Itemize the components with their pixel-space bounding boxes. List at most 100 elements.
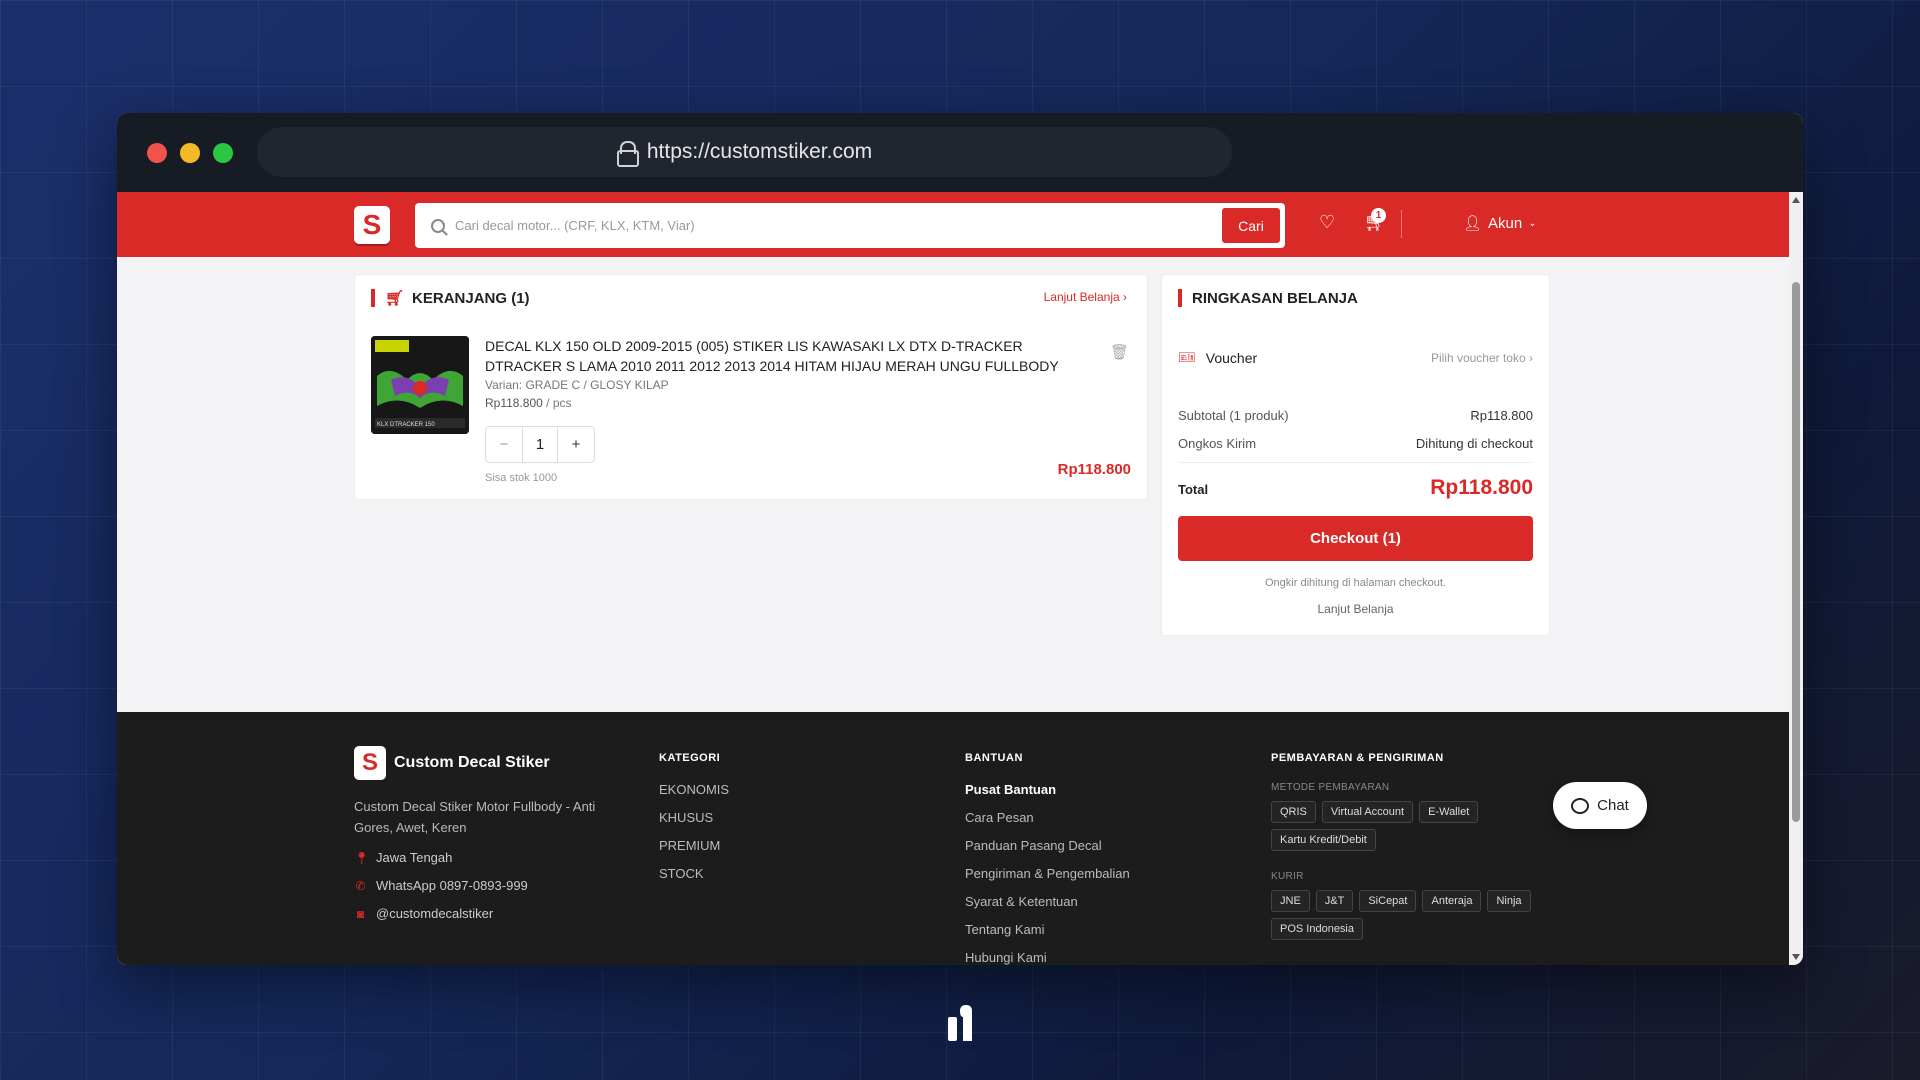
voucher-row[interactable]: 🎫︎ Voucher Pilih voucher toko › [1178,349,1533,366]
bantuan-heading: BANTUAN [965,752,1023,764]
stock-remaining: Sisa stok 1000 [485,472,558,484]
decrease-quantity-button[interactable]: − [486,427,522,462]
courier-label: KURIR [1271,871,1304,882]
product-total-price: Rp118.800 [1057,461,1131,478]
cart-icon: 🛒︎ [385,290,405,307]
courier-chip: J&T [1315,890,1354,912]
summary-title-text: RINGKASAN BELANJA [1192,289,1358,307]
continue-shopping-link-summary[interactable]: Lanjut Belanja [1162,602,1549,616]
delete-trash-icon[interactable]: 🗑︎ [1110,343,1129,361]
scroll-down-arrow-icon[interactable] [1792,954,1800,960]
search-icon [431,218,445,233]
footer-brand-name: Custom Decal Stiker [394,754,550,771]
browser-window: https://customstiker.com S Cari ♡ 🛒︎ 1 👤… [117,113,1803,965]
unit-suffix: / pcs [542,396,572,410]
payment-heading: PEMBAYARAN & PENGIRIMAN [1271,752,1444,764]
bantuan-link-syarat[interactable]: Syarat & Ketentuan [965,894,1130,912]
search-bar: Cari [415,203,1285,248]
shipping-note: Ongkir dihitung di halaman checkout. [1265,577,1446,589]
maximize-window-button[interactable] [213,143,233,163]
checkout-button[interactable]: Checkout (1) [1178,516,1533,561]
kategori-link-premium[interactable]: PREMIUM [659,838,729,856]
product-variant: Varian: GRADE C / GLOSY KILAP [485,378,669,392]
address-bar[interactable]: https://customstiker.com [257,127,1232,177]
header-divider [1401,210,1402,238]
payment-methods-label: METODE PEMBAYARAN [1271,782,1390,793]
kategori-heading: KATEGORI [659,752,721,764]
cart-card: 🛒︎ KERANJANG (1) Lanjut Belanja › KLX DT… [354,274,1148,500]
summary-title: RINGKASAN BELANJA [1178,289,1358,307]
footer-instagram[interactable]: ◙ @customdecalstiker [354,906,493,921]
voucher-picker-text: Pilih voucher toko [1430,350,1526,365]
courier-chip: Ninja [1487,890,1531,912]
shipping-value: Dihitung di checkout [1415,436,1533,451]
footer-brand[interactable]: S Custom Decal Stiker [354,746,550,780]
browser-titlebar: https://customstiker.com [117,113,1803,192]
footer-kategori-column: KATEGORI EKONOMIS KHUSUS PREMIUM STOCK [659,752,729,894]
kategori-link-stock[interactable]: STOCK [659,866,729,884]
footer-location: 📍︎ Jawa Tengah [354,850,452,865]
bantuan-link-cara-pesan[interactable]: Cara Pesan [965,810,1130,828]
kategori-link-khusus[interactable]: KHUSUS [659,810,729,828]
site-footer: S Custom Decal Stiker Custom Decal Stike… [117,712,1789,965]
payment-chip: QRIS [1271,801,1316,823]
product-name[interactable]: DECAL KLX 150 OLD 2009-2015 (005) STIKER… [485,336,1075,376]
ticket-icon: 🎫︎ [1178,349,1196,365]
search-button[interactable]: Cari [1222,208,1280,243]
order-summary-card: RINGKASAN BELANJA 🎫︎ Voucher Pilih vouch… [1161,274,1550,636]
close-window-button[interactable] [147,143,167,163]
cart-count-badge: 1 [1371,208,1386,223]
total-row: Total Rp118.800 [1178,476,1533,500]
courier-chip: POS Indonesia [1271,918,1363,940]
product-unit-price: Rp118.800 / pcs [485,396,572,410]
bantuan-link-panduan[interactable]: Panduan Pasang Decal [965,838,1130,856]
increase-quantity-button[interactable]: + [558,427,594,462]
kategori-link-ekonomis[interactable]: EKONOMIS [659,782,729,800]
page-scrollbar[interactable] [1789,192,1803,965]
wishlist-heart-icon[interactable]: ♡ [1319,212,1335,233]
courier-chip: Anteraja [1422,890,1482,912]
scrollbar-thumb[interactable] [1792,282,1800,822]
voucher-picker[interactable]: Pilih voucher toko › [1431,351,1533,365]
instagram-icon: ◙ [356,906,365,921]
product-thumbnail[interactable]: KLX DTRACKER 150 [371,336,469,434]
chat-label: Chat [1597,797,1629,814]
payment-chip: E-Wallet [1419,801,1479,823]
unit-price-value: Rp118.800 [485,396,543,410]
minimize-window-button[interactable] [180,143,200,163]
bantuan-link-pengiriman[interactable]: Pengiriman & Pengembalian [965,866,1130,884]
whatsapp-text: WhatsApp 0897-0893-999 [376,878,528,893]
whatsapp-icon: ✆ [355,878,366,893]
bantuan-link-tentang[interactable]: Tentang Kami [965,922,1130,940]
payment-chip: Virtual Account [1321,801,1414,823]
payment-methods-list: QRIS Virtual Account E-Wallet Kartu Kred… [1271,801,1571,851]
courier-chip: JNE [1271,890,1310,912]
subtotal-row: Subtotal (1 produk) Rp118.800 [1178,408,1533,423]
courier-list: JNE J&T SiCepat Anteraja Ninja POS Indon… [1271,890,1571,940]
chevron-down-icon: ⌄ [1528,217,1537,229]
url-text: https://customstiker.com [646,140,873,163]
site-logo[interactable]: S [354,206,390,244]
payment-chip: Kartu Kredit/Debit [1271,829,1376,851]
location-pin-icon: 📍︎ [354,850,370,865]
bantuan-link-hubungi[interactable]: Hubungi Kami [965,950,1130,965]
shipping-label: Ongkos Kirim [1178,436,1257,451]
search-input[interactable] [455,218,1222,233]
account-menu[interactable]: 👤︎ Akun ⌄ [1463,214,1537,233]
cart-title-text: KERANJANG (1) [412,289,530,307]
quantity-value[interactable]: 1 [522,427,558,462]
continue-shopping-link[interactable]: Lanjut Belanja › [1044,290,1127,304]
subtotal-label: Subtotal (1 produk) [1178,408,1289,423]
instagram-text: @customdecalstiker [376,906,494,921]
location-text: Jawa Tengah [376,850,453,865]
bantuan-link-pusat[interactable]: Pusat Bantuan [965,782,1130,800]
account-label: Akun [1488,214,1523,232]
continue-shopping-text: Lanjut Belanja [1043,290,1120,304]
voucher-label: Voucher [1205,349,1258,366]
chat-button[interactable]: Chat [1553,782,1647,829]
chevron-right-icon: › [1529,350,1533,365]
site-header: S Cari ♡ 🛒︎ 1 👤︎ Akun ⌄ [117,192,1789,257]
footer-whatsapp[interactable]: ✆ WhatsApp 0897-0893-999 [354,878,528,893]
scroll-up-arrow-icon[interactable] [1792,197,1800,203]
thumbnail-caption: KLX DTRACKER 150 [377,422,435,428]
